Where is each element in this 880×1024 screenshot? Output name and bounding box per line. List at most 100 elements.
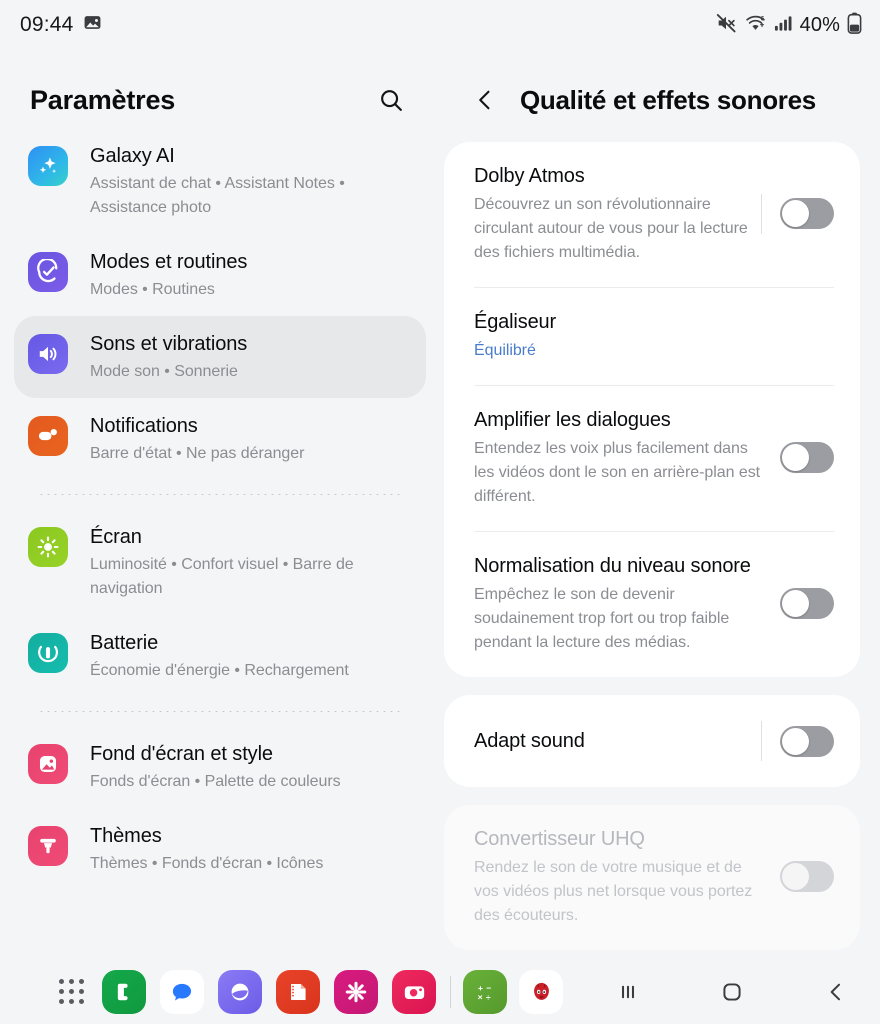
- sidebar-item-galaxy-ai[interactable]: Galaxy AI Assistant de chat • Assistant …: [14, 128, 426, 234]
- sidebar-item-sublabel: Assistant de chat • Assistant Notes • As…: [90, 175, 345, 216]
- status-bar: 09:44 6 40%: [0, 0, 880, 50]
- control-divider: [761, 721, 762, 761]
- setting-row-adapt-sound[interactable]: Adapt sound: [444, 695, 860, 787]
- row-description: Découvrez un son révolutionnaire circula…: [474, 196, 748, 261]
- gallery-app-icon[interactable]: [334, 970, 378, 1014]
- toggle-knob: [782, 863, 809, 890]
- row-texts: Adapt sound: [474, 727, 761, 755]
- uhq-upscaler-card: Convertisseur UHQ Rendez le son de votre…: [444, 805, 860, 950]
- wallpaper-icon: [28, 744, 68, 784]
- signal-icon: [774, 13, 793, 37]
- setting-row-egaliseur[interactable]: Égaliseur Équilibré: [444, 288, 860, 385]
- sidebar-item-texts: Écran Luminosité • Confort visuel • Barr…: [90, 523, 410, 601]
- sidebar-list: Galaxy AI Assistant de chat • Assistant …: [0, 128, 440, 890]
- sidebar-item-modes-routines[interactable]: Modes et routines Modes • Routines: [14, 234, 426, 316]
- sidebar-item-label: Notifications: [90, 415, 198, 437]
- sidebar-item-texts: Galaxy AI Assistant de chat • Assistant …: [90, 142, 410, 220]
- control-divider: [761, 193, 762, 234]
- back-button[interactable]: [817, 973, 855, 1011]
- sidebar-item-sons-et-vibrations[interactable]: Sons et vibrations Mode son • Sonnerie: [14, 316, 426, 398]
- calculator-app-icon[interactable]: + − × ÷: [463, 970, 507, 1014]
- sidebar-divider: [38, 711, 402, 712]
- sidebar-item-label: Modes et routines: [90, 251, 248, 273]
- row-title: Égaliseur: [474, 311, 557, 333]
- app-drawer-icon[interactable]: [56, 976, 88, 1008]
- row-texts: Amplifier les dialogues Entendez les voi…: [474, 406, 780, 509]
- adapt-sound-toggle[interactable]: [780, 725, 834, 757]
- taskbar: + − × ÷: [0, 960, 880, 1024]
- svg-text:×: ×: [478, 992, 483, 1002]
- row-texts: Normalisation du niveau sonore Empêchez …: [474, 552, 780, 655]
- notes-app-icon[interactable]: [276, 970, 320, 1014]
- sidebar-item-fond-decran-et-style[interactable]: Fond d'écran et style Fonds d'écran • Pa…: [14, 726, 426, 808]
- sidebar-header: Paramètres: [0, 50, 440, 128]
- battery-icon: [847, 12, 862, 39]
- internet-app-icon[interactable]: [218, 970, 262, 1014]
- toggle-knob: [782, 200, 809, 227]
- row-texts: Convertisseur UHQ Rendez le son de votre…: [474, 825, 780, 928]
- row-description: Rendez le son de votre musique et de vos…: [474, 859, 753, 924]
- row-texts: Dolby Atmos Découvrez un son révolutionn…: [474, 162, 761, 265]
- sidebar-divider: [38, 494, 402, 495]
- row-title: Convertisseur UHQ: [474, 828, 645, 850]
- search-icon[interactable]: [370, 79, 412, 121]
- phone-screen: 09:44 6 40% Paramètres Galaxy AI Assista…: [0, 0, 880, 1024]
- navigation-bar: [609, 973, 855, 1011]
- recents-button[interactable]: [609, 973, 647, 1011]
- notifications-icon: [28, 416, 68, 456]
- sidebar-item-themes[interactable]: Thèmes Thèmes • Fonds d'écran • Icônes: [14, 808, 426, 890]
- themes-icon: [28, 826, 68, 866]
- sidebar-item-notifications[interactable]: Notifications Barre d'état • Ne pas déra…: [14, 398, 426, 480]
- row-title: Normalisation du niveau sonore: [474, 555, 751, 577]
- sidebar-item-sublabel: Modes • Routines: [90, 281, 215, 298]
- sidebar-item-label: Sons et vibrations: [90, 333, 248, 355]
- sidebar-item-texts: Fond d'écran et style Fonds d'écran • Pa…: [90, 740, 341, 794]
- amplifier-dialogues-toggle[interactable]: [780, 442, 834, 473]
- dolby-atmos-toggle[interactable]: [780, 198, 834, 229]
- sidebar-item-label: Thèmes: [90, 825, 162, 847]
- detail-pane: Qualité et effets sonores Dolby Atmos Dé…: [440, 50, 880, 960]
- phone-app-icon[interactable]: [102, 970, 146, 1014]
- messages-app-icon[interactable]: [160, 970, 204, 1014]
- taskbar-recent-apps: + − × ÷: [463, 970, 563, 1014]
- sidebar-item-texts: Thèmes Thèmes • Fonds d'écran • Icônes: [90, 822, 323, 876]
- svg-text:6: 6: [760, 15, 764, 22]
- sidebar-item-batterie[interactable]: Batterie Économie d'énergie • Rechargeme…: [14, 615, 426, 697]
- row-title: Adapt sound: [474, 730, 585, 752]
- status-bar-right: 6 40%: [715, 12, 862, 39]
- adapt-sound-card: Adapt sound: [444, 695, 860, 787]
- uhq-upscaler-toggle: [780, 861, 834, 892]
- sound-vibration-icon: [28, 334, 68, 374]
- settings-sidebar-pane: Paramètres Galaxy AI Assistant de chat •…: [0, 50, 440, 960]
- setting-row-amplifier-les-dialogues[interactable]: Amplifier les dialogues Entendez les voi…: [444, 386, 860, 531]
- sidebar-item-sublabel: Fonds d'écran • Palette de couleurs: [90, 773, 341, 790]
- sidebar-item-label: Écran: [90, 526, 142, 548]
- home-button[interactable]: [713, 973, 751, 1011]
- camera-app-icon[interactable]: [392, 970, 436, 1014]
- row-texts: Égaliseur Équilibré: [474, 308, 834, 363]
- battery-percent: 40%: [799, 13, 840, 36]
- normalisation-toggle[interactable]: [780, 588, 834, 619]
- sidebar-item-sublabel: Luminosité • Confort visuel • Barre de n…: [90, 556, 354, 597]
- battery-settings-icon: [28, 633, 68, 673]
- sidebar-item-label: Galaxy AI: [90, 145, 175, 167]
- row-control: [780, 861, 834, 892]
- sidebar-group-1: Galaxy AI Assistant de chat • Assistant …: [14, 128, 426, 480]
- toggle-knob: [782, 444, 809, 471]
- display-icon: [28, 527, 68, 567]
- row-description: Empêchez le son de devenir soudainement …: [474, 586, 730, 651]
- row-value: Équilibré: [474, 342, 536, 359]
- mute-icon: [715, 12, 737, 39]
- image-icon: [83, 13, 102, 37]
- sidebar-item-label: Fond d'écran et style: [90, 743, 273, 765]
- setting-row-dolby-atmos[interactable]: Dolby Atmos Découvrez un son révolutionn…: [444, 142, 860, 287]
- setting-row-normalisation-niveau-sonore[interactable]: Normalisation du niveau sonore Empêchez …: [444, 532, 860, 677]
- taskbar-apps: [0, 970, 436, 1014]
- sidebar-item-ecran[interactable]: Écran Luminosité • Confort visuel • Barr…: [14, 509, 426, 615]
- antutu-app-icon[interactable]: [519, 970, 563, 1014]
- back-chevron-icon[interactable]: [468, 83, 502, 117]
- sidebar-item-texts: Batterie Économie d'énergie • Rechargeme…: [90, 629, 349, 683]
- setting-row-convertisseur-uhq: Convertisseur UHQ Rendez le son de votre…: [444, 805, 860, 950]
- sidebar-item-texts: Sons et vibrations Mode son • Sonnerie: [90, 330, 247, 384]
- sidebar-group-2: Écran Luminosité • Confort visuel • Barr…: [14, 509, 426, 697]
